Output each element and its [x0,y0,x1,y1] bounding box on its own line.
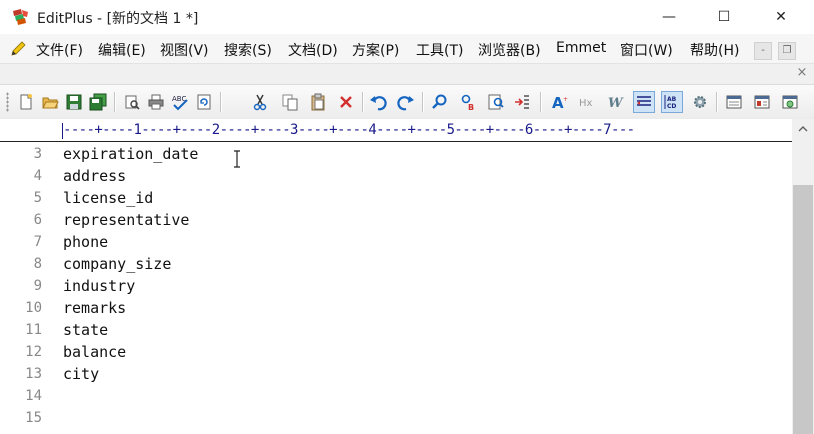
scroll-up-arrow-icon[interactable] [792,119,814,139]
code-line[interactable]: remarks [63,299,126,317]
mdi-minimize-button[interactable]: - [754,42,772,60]
line-number: 3 [33,146,42,162]
word-wrap-icon[interactable]: W [606,92,626,112]
line-number: 12 [25,344,42,360]
line-number: 15 [25,410,42,426]
column-ruler: ----+----1----+----2----+----3----+----4… [0,119,794,142]
menu-view[interactable]: 视图(V) [160,40,209,60]
document-close-button[interactable]: × [794,65,810,81]
code-line[interactable]: balance [63,343,126,361]
code-line[interactable]: company_size [63,255,171,273]
line-number: 11 [25,322,42,338]
code-line[interactable]: representative [63,211,189,229]
redo-icon[interactable] [396,92,416,112]
editor-area[interactable]: 3 expiration_date 4 address 5 license_id… [0,142,792,434]
refresh-icon[interactable] [194,92,214,112]
code-line[interactable]: state [63,321,108,339]
ruler-icon[interactable]: AB CD [661,91,683,113]
find-in-files-icon[interactable] [486,92,506,112]
toolbar-grip[interactable] [6,92,9,112]
line-number: 6 [33,212,42,228]
open-folder-icon[interactable] [40,92,60,112]
toolbar-separator [220,92,221,112]
delete-icon[interactable] [336,92,356,112]
cut-icon[interactable] [250,92,270,112]
undo-icon[interactable] [368,92,388,112]
vertical-scrollbar[interactable] [792,119,814,434]
menu-window[interactable]: 窗口(W) [620,40,673,60]
svg-text:CD: CD [667,103,676,110]
spellcheck-icon[interactable]: ABC [170,92,190,112]
window-title: EditPlus - [新的文档 1 *] [37,11,199,27]
toolbar: ABC B A + Hx W AB CD [0,84,814,120]
goto-line-icon[interactable] [512,92,532,112]
line-number: 4 [33,168,42,184]
browser-window-icon[interactable] [780,92,800,112]
settings-gear-icon[interactable] [690,92,710,112]
toolbar-separator [114,92,115,112]
menu-browser[interactable]: 浏览器(B) [478,40,541,60]
svg-text:B: B [468,103,474,111]
mdi-restore-button[interactable]: ❐ [778,42,796,60]
title-bar: EditPlus - [新的文档 1 *] — ☐ ✕ [0,0,814,34]
hex-icon[interactable]: Hx [578,92,598,112]
menu-search[interactable]: 搜索(S) [224,40,272,60]
document-strip: × [0,64,814,84]
text-cursor-icon [233,150,241,168]
menu-tools[interactable]: 工具(T) [416,40,463,60]
menu-document[interactable]: 文档(D) [288,40,338,60]
paste-icon[interactable] [308,92,328,112]
toolbar-separator [362,92,363,112]
editplus-app-icon [10,8,30,26]
line-number: 7 [33,234,42,250]
pencil-icon [9,40,27,58]
menu-emmet[interactable]: Emmet [556,40,606,56]
hex-label: Hx [579,98,593,109]
font-size-icon[interactable]: A + [550,92,570,112]
toolbar-separator [716,92,717,112]
directory-window-icon[interactable] [724,92,744,112]
line-number: 10 [25,300,42,316]
close-button[interactable]: ✕ [758,0,804,34]
replace-icon[interactable]: B [458,92,478,112]
code-line[interactable]: license_id [63,189,153,207]
minimize-button[interactable]: — [646,0,692,34]
toolbar-separator [422,92,423,112]
svg-text:+: + [563,96,568,103]
copy-icon[interactable] [280,92,300,112]
line-number: 8 [33,256,42,272]
code-line[interactable]: address [63,167,126,185]
menu-project[interactable]: 方案(P) [352,40,399,60]
code-line[interactable]: expiration_date [63,145,198,163]
line-number: 5 [33,190,42,206]
find-icon[interactable] [430,92,450,112]
scrollbar-thumb[interactable] [793,185,813,434]
cliptext-window-icon[interactable] [752,92,772,112]
ruler-text: ----+----1----+----2----+----3----+----4… [63,122,635,138]
print-preview-icon[interactable] [122,92,142,112]
new-file-icon[interactable] [16,92,36,112]
save-all-icon[interactable] [88,92,108,112]
line-numbers-icon[interactable] [633,91,655,113]
print-icon[interactable] [146,92,166,112]
menu-edit[interactable]: 编辑(E) [98,40,146,60]
toolbar-separator [540,92,541,112]
svg-text:AB: AB [667,96,677,103]
menu-bar: 文件(F) 编辑(E) 视图(V) 搜索(S) 文档(D) 方案(P) 工具(T… [0,34,814,64]
line-number: 14 [25,388,42,404]
code-line[interactable]: phone [63,233,108,251]
code-line[interactable]: city [63,365,99,383]
word-wrap-label: W [608,96,624,111]
line-number: 9 [33,278,42,294]
menu-help[interactable]: 帮助(H) [690,40,739,60]
maximize-button[interactable]: ☐ [701,0,747,34]
menu-file[interactable]: 文件(F) [36,40,83,60]
save-icon[interactable] [64,92,84,112]
code-line[interactable]: industry [63,277,135,295]
line-number: 13 [25,366,42,382]
